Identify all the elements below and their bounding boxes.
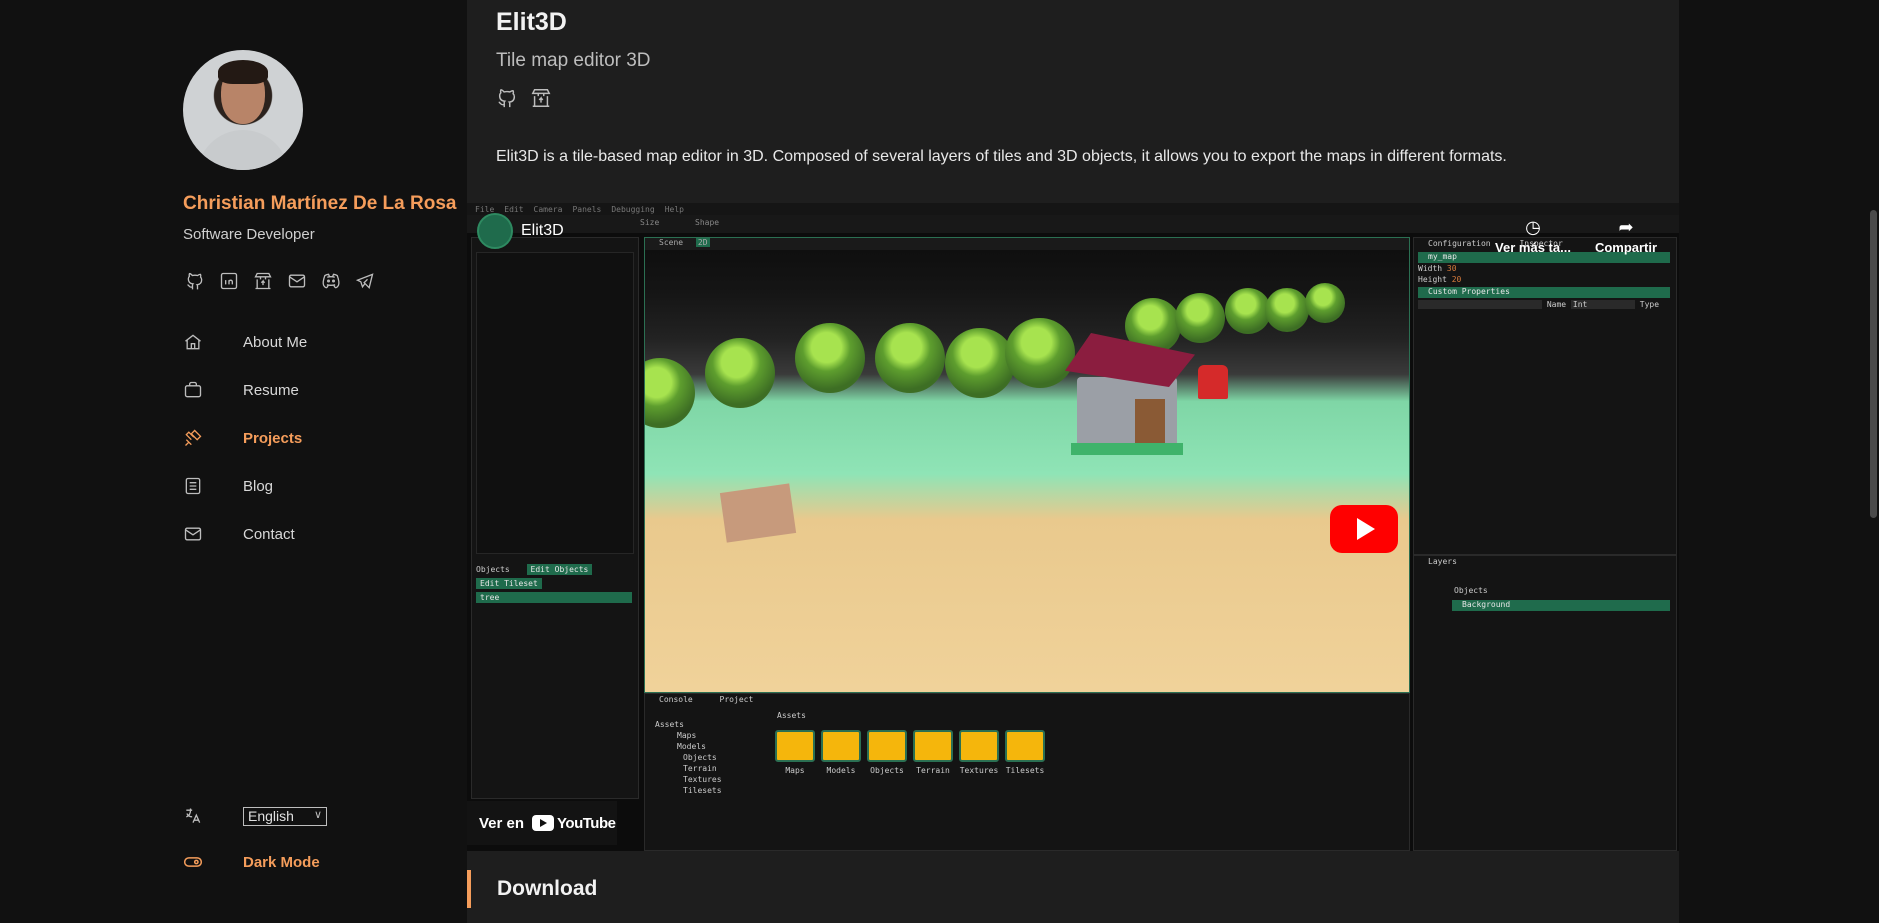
briefcase-icon [184, 381, 202, 398]
youtube-logo: YouTube [532, 815, 616, 832]
project-description: Elit3D is a tile-based map editor in 3D.… [496, 148, 1507, 165]
sign-model [719, 483, 797, 543]
folder-icon [1005, 730, 1045, 762]
profile-role: Software Developer [183, 226, 315, 243]
editor-scene: Scene 2D [644, 237, 1410, 693]
mail-icon[interactable] [285, 269, 308, 292]
nav-label: Resume [243, 381, 299, 399]
main-nav: About Me Resume Projects Blog Contact [183, 318, 307, 558]
nav-label: Contact [243, 525, 295, 543]
asset-tree: Assets Maps Models Objects Terrain Textu… [655, 720, 722, 795]
folder-icon [867, 730, 907, 762]
language-value: English [248, 808, 294, 824]
tools-icon [185, 429, 202, 446]
size-label: Size [640, 218, 660, 227]
nav-item-resume[interactable]: Resume [183, 366, 307, 414]
mailbox-model [1198, 365, 1228, 399]
home-icon [185, 334, 201, 350]
language-select[interactable]: English ∨ [243, 806, 327, 826]
editor-inspector-panel: Configuration Inspector my_map Width 30 … [1413, 237, 1677, 555]
store-icon[interactable] [251, 269, 274, 292]
watch-on-youtube-button[interactable]: Ver en YouTube [467, 801, 617, 845]
scrollbar-thumb[interactable] [1870, 210, 1877, 518]
layer-item-selected: Background [1452, 600, 1670, 611]
share-button[interactable]: ➦ Compartir [1581, 217, 1671, 255]
nav-label: Blog [243, 477, 274, 495]
menu-item: Help [664, 204, 684, 214]
configuration-tab: Configuration [1428, 239, 1491, 248]
menu-item: Debugging [611, 204, 655, 214]
folder-icon [959, 730, 999, 762]
linkedin-icon[interactable] [217, 269, 240, 292]
channel-logo [477, 213, 513, 249]
discord-icon[interactable] [319, 269, 342, 292]
menu-item: Panels [572, 204, 602, 214]
share-icon: ➦ [1618, 217, 1634, 237]
translate-icon [186, 808, 201, 823]
watch-later-button[interactable]: ◷ Ver más ta... [1488, 217, 1578, 255]
page-right-background [1679, 0, 1868, 923]
nav-item-about-me[interactable]: About Me [183, 318, 307, 366]
folder-icon [913, 730, 953, 762]
telegram-icon[interactable] [353, 269, 376, 292]
edit-tileset-button: Edit Tileset [476, 578, 542, 589]
project-subtitle: Tile map editor 3D [496, 50, 651, 71]
channel-link[interactable]: Elit3D [477, 213, 564, 249]
editor-layers-panel: Layers Objects Background [1413, 555, 1677, 851]
objects-panel: Objects Edit Objects Edit Tileset tree [476, 564, 632, 603]
social-links [183, 269, 376, 292]
list-icon [185, 477, 201, 495]
project-links [496, 87, 552, 114]
project-tab: Project [719, 695, 754, 704]
scene-tab: Scene 2D [645, 238, 1409, 250]
editor-left-panel: Objects Edit Objects Edit Tileset tree [471, 237, 639, 799]
clock-icon: ◷ [1525, 217, 1541, 237]
nav-item-contact[interactable]: Contact [183, 510, 307, 558]
channel-name: Elit3D [521, 222, 564, 239]
page-scrollbar[interactable] [1868, 0, 1879, 923]
section-accent-bar [467, 870, 471, 908]
github-icon[interactable] [183, 269, 206, 292]
console-tab: Console [659, 695, 693, 704]
dark-mode-toggle[interactable]: Dark Mode [183, 852, 320, 872]
nav-item-projects[interactable]: Projects [183, 414, 307, 462]
editor-menubar: File Edit Camera Panels Debugging Help [467, 203, 1679, 215]
assets-header: Assets [777, 711, 806, 720]
project-panel: Elit3D Tile map editor 3D Elit3D is a ti… [467, 0, 1679, 923]
download-heading: Download [497, 877, 598, 900]
profile-name: Christian Martínez De La Rosa [183, 193, 457, 214]
folder-icon [821, 730, 861, 762]
nav-label: About Me [243, 333, 308, 351]
avatar [183, 50, 303, 170]
chevron-down-icon: ∨ [313, 808, 322, 821]
shape-label: Shape [695, 218, 720, 227]
nav-item-blog[interactable]: Blog [183, 462, 307, 510]
objects-tab: Objects [476, 565, 510, 574]
language-switcher: English ∨ [183, 806, 327, 826]
play-button[interactable] [1330, 505, 1398, 553]
youtube-embed[interactable]: File Edit Camera Panels Debugging Help S… [467, 203, 1679, 851]
sidebar: Christian Martínez De La Rosa Software D… [0, 0, 467, 923]
editor-bottom-panel: Console Project Assets Maps Models Objec… [644, 693, 1410, 851]
play-icon [1357, 518, 1375, 540]
toggle-icon [183, 857, 203, 867]
folder-icon [775, 730, 815, 762]
download-section: Download [467, 870, 597, 908]
store-icon[interactable] [530, 87, 552, 114]
custom-properties: Custom Properties [1418, 287, 1670, 298]
layer-item: Objects [1454, 586, 1488, 595]
mail-icon [184, 527, 202, 541]
house-model [1065, 333, 1195, 455]
layers-tab: Layers [1428, 557, 1457, 566]
project-title: Elit3D [496, 8, 567, 36]
tileset-area [476, 252, 634, 554]
dark-mode-label: Dark Mode [243, 853, 320, 871]
selected-object: tree [476, 592, 632, 603]
github-icon[interactable] [496, 87, 518, 114]
nav-label: Projects [243, 429, 303, 447]
edit-objects-button: Edit Objects [526, 564, 593, 575]
